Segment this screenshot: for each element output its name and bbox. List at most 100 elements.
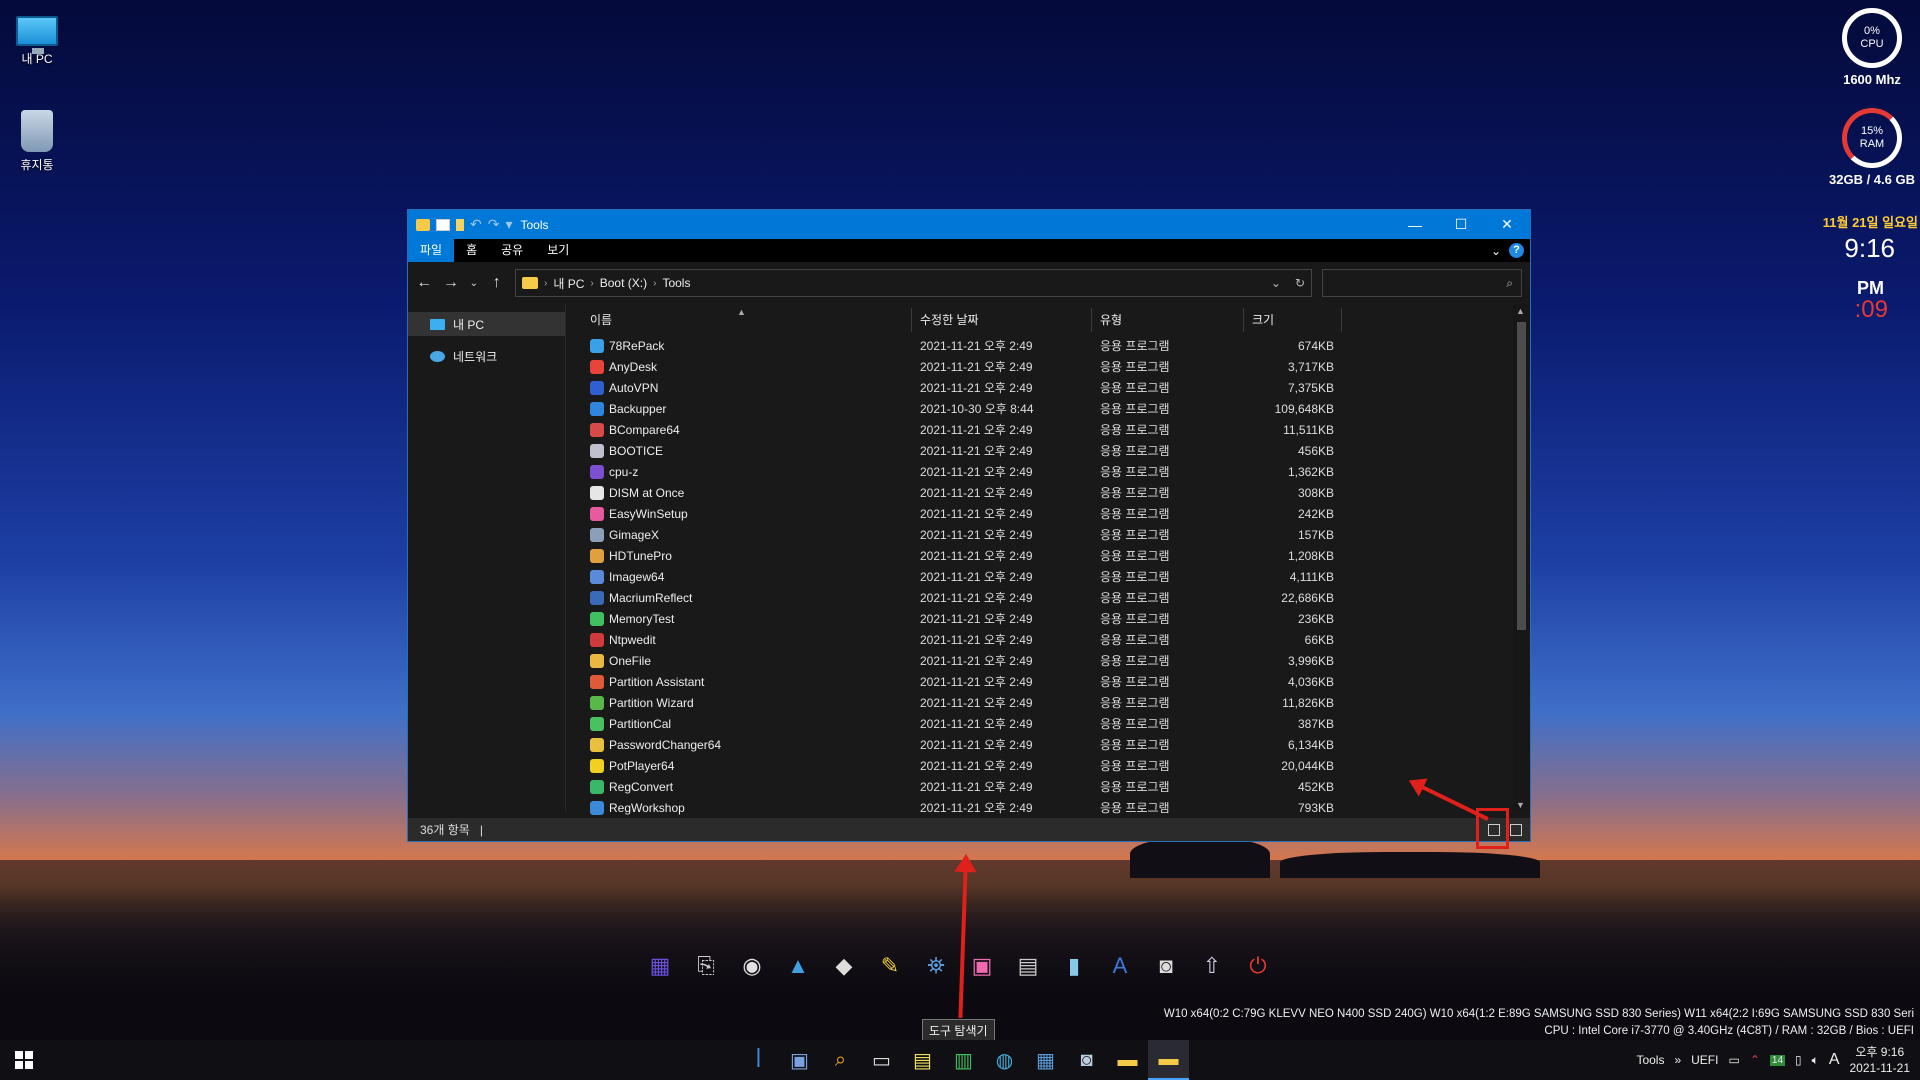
- book-icon[interactable]: ▮: [1056, 948, 1092, 984]
- customize-dropdown-icon[interactable]: ▾: [505, 216, 512, 233]
- breadcrumb-boot-drive[interactable]: Boot (X:): [600, 276, 647, 290]
- nav-item-my-pc[interactable]: 내 PC: [408, 312, 565, 336]
- breadcrumb-tools[interactable]: Tools: [662, 276, 690, 290]
- letter-a-icon[interactable]: A: [1102, 948, 1138, 984]
- tab-share[interactable]: 공유: [489, 239, 535, 262]
- taskbar-clock[interactable]: 오후 9:16 2021-11-21: [1850, 1044, 1911, 1076]
- scrollbar-thumb[interactable]: [1517, 322, 1526, 630]
- file-row[interactable]: HDTunePro 2021-11-21 오후 2:49 응용 프로그램 1,208K…: [582, 545, 1530, 566]
- tab-home[interactable]: 홈: [454, 239, 489, 262]
- properties-icon[interactable]: [436, 218, 450, 231]
- file-row[interactable]: MacriumReflect 2021-11-21 오후 2:49 응용 프로그램 2…: [582, 587, 1530, 608]
- desktop-icon-recycle-bin[interactable]: 휴지통: [2, 110, 72, 173]
- file-name-cell: PartitionCal: [582, 716, 912, 731]
- tray-arrow-icon[interactable]: ⌃: [1750, 1053, 1760, 1067]
- minimize-button[interactable]: —: [1392, 210, 1438, 239]
- start-button[interactable]: [0, 1040, 48, 1080]
- file-row[interactable]: PasswordChanger64 2021-11-21 오후 2:49 응용 프로…: [582, 734, 1530, 755]
- file-row[interactable]: MemoryTest 2021-11-21 오후 2:49 응용 프로그램 236KB: [582, 608, 1530, 629]
- file-row[interactable]: BCompare64 2021-11-21 오후 2:49 응용 프로그램 11,51…: [582, 419, 1530, 440]
- vertical-scrollbar[interactable]: ▲ ▼: [1513, 304, 1530, 812]
- file-row[interactable]: PotPlayer64 2021-11-21 오후 2:49 응용 프로그램 20,0…: [582, 755, 1530, 776]
- file-row[interactable]: RegWorkshop 2021-11-21 오후 2:49 응용 프로그램 793K…: [582, 797, 1530, 818]
- taskbar-explorer-icon[interactable]: ▬: [1148, 1040, 1189, 1080]
- up-button[interactable]: ↑: [488, 274, 505, 292]
- power-icon[interactable]: ⏻: [1240, 948, 1276, 984]
- title-bar[interactable]: ↶ ↷ ▾ Tools — ☐ ✕: [408, 210, 1530, 239]
- taskbar-folder-icon[interactable]: ▬: [1107, 1040, 1148, 1080]
- file-name-cell: MacriumReflect: [582, 590, 912, 605]
- help-icon[interactable]: ?: [1509, 243, 1524, 258]
- tray-battery-icon[interactable]: ▯: [1795, 1053, 1802, 1067]
- file-row[interactable]: RegConvert 2021-11-21 오후 2:49 응용 프로그램 452KB: [582, 776, 1530, 797]
- file-row[interactable]: Partition Wizard 2021-11-21 오후 2:49 응용 프로그…: [582, 692, 1530, 713]
- file-row[interactable]: Ntpwedit 2021-11-21 오후 2:49 응용 프로그램 66KB: [582, 629, 1530, 650]
- cpu-icon[interactable]: ▦: [642, 948, 678, 984]
- file-row[interactable]: OneFile 2021-11-21 오후 2:49 응용 프로그램 3,996KB: [582, 650, 1530, 671]
- close-button[interactable]: ✕: [1484, 210, 1530, 239]
- taskbar-terminal-icon[interactable]: ▭: [861, 1040, 902, 1080]
- taskbar-notes-icon[interactable]: ▤: [902, 1040, 943, 1080]
- camera-icon[interactable]: ◙: [1148, 948, 1184, 984]
- file-row[interactable]: BOOTICE 2021-11-21 오후 2:49 응용 프로그램 456KB: [582, 440, 1530, 461]
- nav-item-network[interactable]: 네트워크: [408, 344, 565, 368]
- network-icon[interactable]: ⛯: [918, 948, 954, 984]
- taskbar-search-icon[interactable]: ⌕: [820, 1040, 861, 1080]
- file-row[interactable]: AutoVPN 2021-11-21 오후 2:49 응용 프로그램 7,375KB: [582, 377, 1530, 398]
- tab-view[interactable]: 보기: [535, 239, 581, 262]
- taskbar-save-icon[interactable]: ▣: [779, 1040, 820, 1080]
- triangle-icon[interactable]: ▲: [780, 948, 816, 984]
- maximize-button[interactable]: ☐: [1438, 210, 1484, 239]
- drive-icon[interactable]: ▤: [1010, 948, 1046, 984]
- column-header-type[interactable]: 유형: [1092, 307, 1244, 332]
- file-row[interactable]: Partition Assistant 2021-11-21 오후 2:49 응용 …: [582, 671, 1530, 692]
- tray-ime-indicator[interactable]: A: [1829, 1051, 1840, 1069]
- taskbar-folder-net-icon[interactable]: ▦: [1025, 1040, 1066, 1080]
- usb-icon[interactable]: ⎘: [688, 948, 724, 984]
- address-bar[interactable]: › 내 PC › Boot (X:) › Tools ⌄ ↻: [515, 269, 1312, 297]
- forward-button[interactable]: →: [443, 274, 460, 292]
- taskbar-tool-explorer-icon[interactable]: ▥: [943, 1040, 984, 1080]
- address-dropdown-icon[interactable]: ⌄: [1271, 276, 1281, 290]
- refresh-icon[interactable]: ↻: [1295, 276, 1305, 290]
- column-header-name[interactable]: ▲ 이름: [582, 307, 912, 332]
- tab-file[interactable]: 파일: [408, 239, 455, 262]
- breadcrumb-my-pc[interactable]: 내 PC: [553, 275, 584, 292]
- tray-network-icon[interactable]: ▭: [1728, 1053, 1739, 1067]
- undo-icon[interactable]: ↶: [470, 216, 482, 233]
- file-row[interactable]: Imagew64 2021-11-21 오후 2:49 응용 프로그램 4,111KB: [582, 566, 1530, 587]
- column-header-date[interactable]: 수정한 날짜: [912, 307, 1092, 332]
- file-row[interactable]: EasyWinSetup 2021-11-21 오후 2:49 응용 프로그램 242…: [582, 503, 1530, 524]
- file-row[interactable]: PartitionCal 2021-11-21 오후 2:49 응용 프로그램 387…: [582, 713, 1530, 734]
- search-input[interactable]: ⌕: [1322, 269, 1522, 297]
- taskbar-camera-icon[interactable]: ◙: [1066, 1040, 1107, 1080]
- scroll-up-icon[interactable]: ▲: [1516, 306, 1525, 316]
- file-row[interactable]: Backupper 2021-10-30 오후 8:44 응용 프로그램 109,64…: [582, 398, 1530, 419]
- tray-volume-icon[interactable]: 🔈︎: [1812, 1053, 1819, 1068]
- expand-ribbon-icon[interactable]: ⌄: [1491, 244, 1501, 258]
- rocket-icon[interactable]: ⇧: [1194, 948, 1230, 984]
- taskbar-globe-icon[interactable]: ◍: [984, 1040, 1025, 1080]
- back-button[interactable]: ←: [416, 274, 433, 292]
- file-row[interactable]: 78RePack 2021-11-21 오후 2:49 응용 프로그램 674KB: [582, 335, 1530, 356]
- file-row[interactable]: cpu-z 2021-11-21 오후 2:49 응용 프로그램 1,362KB: [582, 461, 1530, 482]
- file-row[interactable]: GimageX 2021-11-21 오후 2:49 응용 프로그램 157KB: [582, 524, 1530, 545]
- scroll-down-icon[interactable]: ▼: [1516, 800, 1525, 810]
- tray-badge[interactable]: 14: [1769, 1054, 1786, 1066]
- tray-overflow-icon[interactable]: »: [1674, 1053, 1681, 1067]
- file-date: 2021-11-21 오후 2:49: [920, 801, 1033, 815]
- new-folder-icon[interactable]: [456, 218, 464, 231]
- file-row[interactable]: DISM at Once 2021-11-21 오후 2:49 응용 프로그램 308…: [582, 482, 1530, 503]
- windows-icon[interactable]: ▣: [964, 948, 1000, 984]
- taskbar-78repack-icon[interactable]: ꟾ: [738, 1040, 779, 1080]
- tray-toolbar-label[interactable]: Tools: [1636, 1053, 1664, 1067]
- diamond-icon[interactable]: ◆: [826, 948, 862, 984]
- column-header-size[interactable]: 크기: [1244, 307, 1342, 332]
- recent-locations-icon[interactable]: ⌄: [469, 278, 478, 289]
- file-row[interactable]: AnyDesk 2021-11-21 오후 2:49 응용 프로그램 3,717KB: [582, 356, 1530, 377]
- pen-icon[interactable]: ✎: [872, 948, 908, 984]
- disc-icon[interactable]: ◉: [734, 948, 770, 984]
- large-icons-view-icon[interactable]: [1510, 823, 1522, 836]
- redo-icon[interactable]: ↷: [488, 216, 500, 233]
- desktop-icon-my-pc[interactable]: 내 PC: [2, 10, 72, 67]
